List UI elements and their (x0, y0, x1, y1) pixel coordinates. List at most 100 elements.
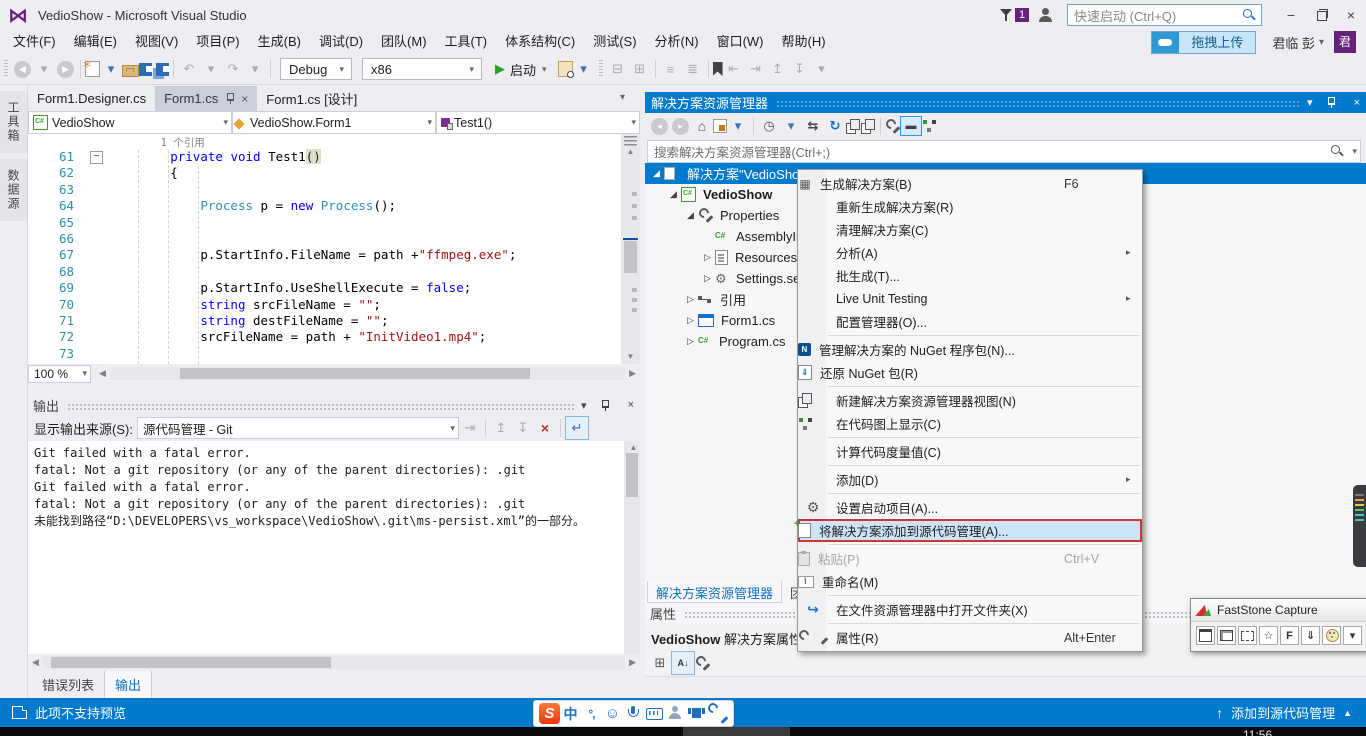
context-menu-item[interactable]: 添加(D)▸ (798, 468, 1142, 491)
output-horizontal-scrollbar[interactable]: ◀ ▶ (28, 654, 640, 671)
menu-item[interactable]: 生成(B) (249, 30, 310, 54)
sg-mode-icon[interactable]: 中 (560, 703, 581, 724)
scroll-left-icon[interactable]: ◀ (95, 368, 110, 379)
dropdown-caret-icon[interactable]: ▾ (100, 58, 122, 80)
scrollbar-thumb[interactable] (624, 241, 637, 273)
tab-list-caret-icon[interactable]: ▾ (620, 92, 625, 103)
menu-item[interactable]: 调试(D) (310, 30, 372, 54)
new-project-icon[interactable] (85, 61, 100, 77)
se-properties-icon[interactable] (885, 119, 900, 134)
scroll-down-icon[interactable]: ▼ (621, 352, 640, 361)
sg-logo-icon[interactable]: S (539, 703, 560, 724)
search-icon[interactable] (1243, 9, 1256, 22)
context-menu-item[interactable]: 在文件资源管理器中打开文件夹(X) (798, 598, 1142, 621)
context-menu-item[interactable]: 重新生成解决方案(R) (798, 195, 1142, 218)
editor-horizontal-scrollbar[interactable] (110, 367, 625, 380)
editor-tab[interactable]: Form1.Designer.cs (28, 86, 155, 111)
fold-collapse-icon[interactable]: − (90, 151, 103, 164)
output-text-area[interactable]: Git failed with a fatal error.fatal: Not… (28, 441, 640, 654)
scroll-up-icon[interactable]: ▲ (624, 443, 640, 452)
menu-item[interactable]: 体系结构(C) (496, 30, 584, 54)
dropdown-caret-icon[interactable]: ▾ (573, 58, 595, 80)
quick-launch-box[interactable]: 快速启动 (Ctrl+Q) (1067, 4, 1262, 26)
tree-expander-icon[interactable]: ▷ (700, 273, 715, 284)
fs-scrolling-icon[interactable]: ⇓ (1301, 626, 1320, 645)
sg-account-icon[interactable] (665, 703, 686, 724)
out-clear-all-icon[interactable]: × (534, 417, 556, 439)
chevron-down-icon[interactable]: ▾ (1349, 146, 1360, 157)
windows-taskbar[interactable]: 11:56 (0, 727, 1366, 736)
context-menu-item[interactable]: 设置启动项目(A)... (798, 496, 1142, 519)
menu-item[interactable]: 分析(N) (646, 30, 708, 54)
close-icon[interactable]: × (241, 92, 248, 106)
menu-item[interactable]: 帮助(H) (773, 30, 835, 54)
scroll-right-icon[interactable]: ▶ (625, 657, 640, 668)
solution-search-box[interactable]: 搜索解决方案资源管理器(Ctrl+;) ▾ (647, 140, 1361, 163)
context-menu-item[interactable]: 分析(A)▸ (798, 241, 1142, 264)
output-title-bar[interactable]: 输出 ▾ × (28, 395, 640, 415)
output-vertical-scrollbar[interactable]: ▲ (624, 441, 640, 654)
avatar[interactable]: 君 (1334, 31, 1356, 53)
toolbar-grip[interactable] (4, 60, 8, 78)
taskbar-button[interactable] (683, 727, 790, 736)
context-menu-item[interactable]: 还原 NuGet 包(R) (798, 361, 1142, 384)
sg-mic-icon[interactable] (623, 703, 644, 724)
menu-item[interactable]: 编辑(E) (65, 30, 126, 54)
solution-explorer-title-bar[interactable]: 解决方案资源管理器 ▾ × (645, 92, 1366, 113)
menu-item[interactable]: 项目(P) (187, 30, 248, 54)
zoom-dropdown[interactable]: 100 %▾ (28, 365, 91, 383)
panel-tab[interactable]: 解决方案资源管理器 (647, 581, 782, 603)
start-button[interactable]: ▶ 启动 ▾ (495, 60, 550, 79)
left-strip-tab[interactable]: 数据源 (0, 159, 27, 221)
add-to-source-control-action[interactable]: ↑ 添加到源代码管理 ▲ (1216, 698, 1352, 727)
context-menu-item[interactable]: 生成解决方案(B)F6 (798, 172, 1142, 195)
out-word-wrap-icon[interactable]: ↵ (565, 416, 589, 440)
editor-tab[interactable]: Form1.cs [设计] (257, 86, 366, 111)
open-file-icon[interactable] (122, 65, 139, 77)
editor-tab[interactable]: Form1.cs× (155, 86, 257, 111)
se-forward-icon[interactable]: ▸ (672, 118, 689, 135)
se-back-icon[interactable]: ◂ (651, 118, 668, 135)
nav-dropdown[interactable]: VedioShow.Form1▾ (232, 111, 436, 134)
se-show-all-icon[interactable]: ▬ (900, 116, 922, 136)
se-collapse-all-icon[interactable] (846, 119, 861, 134)
menu-item[interactable]: 文件(F) (4, 30, 65, 54)
code-editor[interactable]: 1 个引用 61− private void Test1()62 {6364 P… (28, 134, 621, 364)
chevron-down-icon[interactable]: ▾ (1319, 37, 1324, 48)
context-menu-item[interactable]: 在代码图上显示(C) (798, 412, 1142, 435)
scrollbar-thumb[interactable] (51, 657, 331, 668)
context-menu-item[interactable]: 配置管理器(O)... (798, 310, 1142, 333)
bookmark-icon[interactable] (713, 62, 723, 76)
menu-item[interactable]: 工具(T) (436, 30, 497, 54)
menu-item[interactable]: 窗口(W) (708, 30, 773, 54)
nav-dropdown[interactable]: Test1()▾ (436, 111, 640, 134)
sg-wrench-icon[interactable] (707, 703, 728, 724)
fs-region-icon[interactable] (1238, 626, 1257, 645)
fs-freehand-icon[interactable]: ☆ (1259, 626, 1278, 645)
se-copy-icon[interactable] (861, 119, 876, 134)
configuration-dropdown[interactable]: Debug▾ (280, 58, 352, 80)
tree-expander-icon[interactable]: ◢ (649, 168, 664, 179)
window-position-caret-icon[interactable]: ▾ (575, 399, 593, 412)
tree-expander-icon[interactable]: ▷ (700, 252, 715, 263)
scroll-right-icon[interactable]: ▶ (625, 368, 640, 379)
context-menu-item[interactable]: 属性(R)Alt+Enter (798, 626, 1142, 649)
edge-color-strip[interactable] (1353, 485, 1366, 567)
prop-categorized-icon[interactable]: ⊞ (649, 652, 671, 674)
platform-dropdown[interactable]: x86▾ (362, 58, 482, 80)
context-menu-item[interactable]: 重命名(M) (798, 570, 1142, 593)
se-history-icon[interactable]: ◷ (758, 115, 780, 137)
fs-fullscreen-icon[interactable]: F (1280, 626, 1299, 645)
scroll-left-icon[interactable]: ◀ (28, 657, 43, 668)
close-button[interactable]: × (1336, 2, 1366, 28)
minimize-button[interactable]: − (1276, 2, 1306, 28)
se-pending-filter-icon[interactable] (713, 119, 727, 133)
se-code-map-icon[interactable] (922, 119, 937, 133)
scroll-up-icon[interactable]: ▲ (621, 147, 640, 156)
nav-dropdown[interactable]: VedioShow▾ (28, 111, 232, 134)
restore-button[interactable] (1306, 2, 1336, 28)
sg-skin-icon[interactable] (686, 703, 707, 724)
menu-item[interactable]: 测试(S) (584, 30, 645, 54)
fs-active-window-icon[interactable] (1196, 626, 1215, 645)
dropdown-caret-icon[interactable]: ▾ (727, 115, 749, 137)
